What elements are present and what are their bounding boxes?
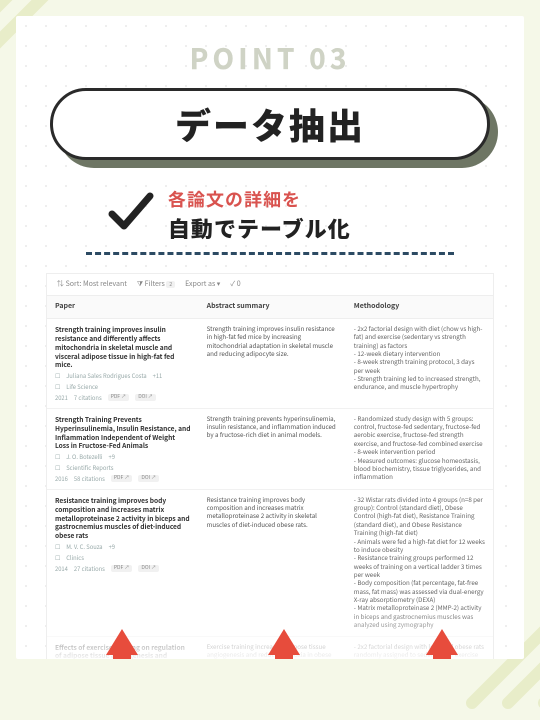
table-row[interactable]: Strength Training Prevents Hyperinsuline… [47,408,493,489]
methodology-cell: 32 Wistar rats divided into 4 groups (n=… [346,489,493,636]
check-icon [106,188,154,236]
results-table: Paper Abstract summary Methodology Stren… [47,296,493,659]
point-label: POINT 03 [46,38,494,78]
sort-control[interactable]: ⇅ Sort: Most relevant [57,280,127,289]
paper-meta: ☐ J. O. Botezelli +9 [55,453,191,461]
abstract-cell: Exercise training increased adipose tiss… [199,636,346,659]
methodology-cell: Randomized study design with 5 groups: c… [346,408,493,489]
table-row[interactable]: Strength training improves insulin resis… [47,318,493,408]
hero-pill: データ抽出 [50,88,490,160]
paper-title[interactable]: Effects of exercise training on regulati… [55,643,191,659]
abstract-cell: Strength training improves insulin resis… [199,318,346,408]
abstract-cell: Strength training prevents hyperinsuline… [199,408,346,489]
methodology-cell: 2x2 factorial design with lean and obese… [346,636,493,659]
card: POINT 03 データ抽出 各論文の詳細を 自動でテーブル化 ⇅ Sort: … [16,16,524,659]
col-methodology[interactable]: Methodology [346,296,493,318]
paper-title[interactable]: Resistance training improves body compos… [55,496,191,540]
table-toolbar: ⇅ Sort: Most relevant ⧩ Filters 2 Export… [47,274,493,296]
methodology-cell: 2x2 factorial design with diet (chow vs … [346,318,493,408]
paper-meta: ☐ M. V. C. Souza +9 [55,543,191,551]
paper-meta: ☐ Juliana Sales Rodrigues Costa +11 [55,372,191,380]
select-count[interactable]: ✓ 0 [230,280,240,289]
abstract-cell: Resistance training improves body compos… [199,489,346,636]
hero-title: データ抽出 [175,98,365,150]
paper-title[interactable]: Strength training improves insulin resis… [55,325,191,369]
table-screenshot: ⇅ Sort: Most relevant ⧩ Filters 2 Export… [46,273,494,659]
divider [86,252,454,255]
col-paper[interactable]: Paper [47,296,199,318]
paper-title[interactable]: Strength Training Prevents Hyperinsuline… [55,415,191,451]
subhead: 各論文の詳細を 自動でテーブル化 [106,186,494,244]
export-control[interactable]: Export as ▾ [185,280,220,289]
hero: データ抽出 [50,88,490,160]
table-row[interactable]: Effects of exercise training on regulati… [47,636,493,659]
subhead-line2: 自動でテーブル化 [168,212,351,244]
col-abstract[interactable]: Abstract summary [199,296,346,318]
subhead-line1: 各論文の詳細を [168,186,351,212]
filters-control[interactable]: ⧩ Filters 2 [137,280,175,289]
table-row[interactable]: Resistance training improves body compos… [47,489,493,636]
